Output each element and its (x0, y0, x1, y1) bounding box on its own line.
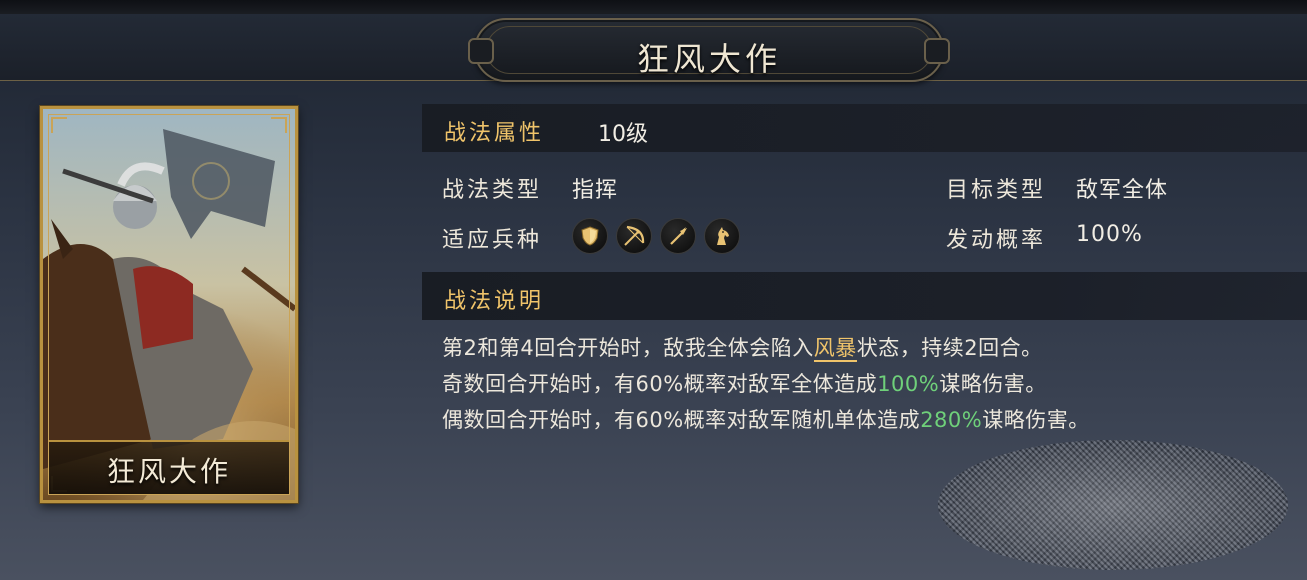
bow-icon[interactable] (616, 218, 652, 254)
card-name: 狂风大作 (106, 455, 231, 488)
damage-percent: 280% (920, 408, 983, 432)
attributes-section-bar: 战法属性 10级 (422, 104, 1307, 152)
troop-type-icons (572, 218, 740, 254)
tactic-type-label: 战法类型 (442, 178, 543, 203)
spear-icon[interactable] (660, 218, 696, 254)
description-label: 战法说明 (444, 289, 545, 314)
tactic-description: 第2和第4回合开始时，敌我全体会陷入风暴状态，持续2回合。 奇数回合开始时，有6… (442, 330, 1292, 438)
description-text: 状态，持续2回合。 (856, 336, 1043, 360)
target-type-value: 敌军全体 (1076, 178, 1169, 203)
card-corner-ornament (51, 117, 67, 133)
trigger-rate-value: 100% (1076, 222, 1143, 247)
troop-type-label: 适应兵种 (442, 228, 543, 253)
damage-percent: 100% (877, 372, 940, 396)
description-text: 奇数回合开始时，有60%概率对敌军全体造成 (442, 372, 878, 396)
tactic-level: 10级 (598, 122, 648, 147)
tactic-card: 狂风大作 (40, 106, 298, 503)
shield-icon[interactable] (572, 218, 608, 254)
description-text: 谋略伤害。 (982, 408, 1090, 432)
description-text: 偶数回合开始时，有60%概率对敌军随机单体造成 (442, 408, 921, 432)
trigger-rate-label: 发动概率 (946, 228, 1047, 253)
tactic-type-value: 指挥 (572, 178, 619, 203)
target-type-label: 目标类型 (946, 178, 1047, 203)
description-section-bar: 战法说明 (422, 272, 1307, 320)
card-corner-ornament (271, 117, 287, 133)
card-name-plate: 狂风大作 (49, 440, 289, 494)
attributes-label: 战法属性 (444, 121, 545, 146)
blurred-watermark (938, 440, 1288, 570)
description-line-1: 第2和第4回合开始时，敌我全体会陷入风暴状态，持续2回合。 (442, 330, 1292, 366)
description-text: 谋略伤害。 (939, 372, 1047, 396)
description-text: 第2和第4回合开始时，敌我全体会陷入 (442, 336, 814, 360)
description-line-2: 奇数回合开始时，有60%概率对敌军全体造成100%谋略伤害。 (442, 366, 1292, 402)
page-title: 狂风大作 (636, 40, 781, 78)
storm-status-keyword[interactable]: 风暴 (813, 336, 857, 362)
title-plate: 狂风大作 (468, 18, 950, 82)
description-line-3: 偶数回合开始时，有60%概率对敌军随机单体造成280%谋略伤害。 (442, 402, 1292, 438)
top-strip (0, 0, 1307, 14)
horse-icon[interactable] (704, 218, 740, 254)
